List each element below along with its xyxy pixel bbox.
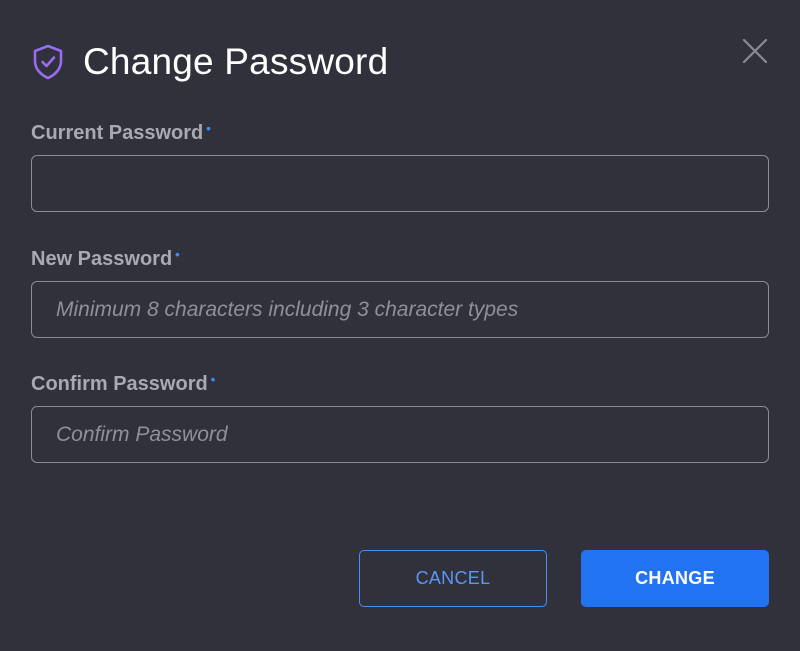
required-marker: •	[206, 121, 211, 136]
confirm-password-input[interactable]	[31, 406, 769, 463]
new-password-label: New Password •	[31, 247, 180, 271]
current-password-input[interactable]	[31, 155, 769, 212]
close-icon	[742, 38, 768, 64]
change-password-dialog: Change Password Current Password • New Pa…	[0, 0, 800, 651]
current-password-label: Current Password •	[31, 121, 211, 145]
new-password-label-text: New Password	[31, 248, 173, 270]
required-marker: •	[210, 372, 216, 387]
dialog-header: Change Password	[31, 38, 388, 86]
close-button[interactable]	[738, 34, 772, 68]
required-marker: •	[175, 247, 180, 262]
new-password-input[interactable]	[31, 281, 769, 338]
change-button[interactable]: CHANGE	[581, 550, 769, 607]
current-password-label-text: Current Password	[31, 122, 204, 144]
confirm-password-label-text: Confirm Password	[31, 373, 208, 395]
shield-check-icon	[31, 43, 65, 81]
dialog-title: Change Password	[83, 41, 389, 82]
confirm-password-label: Confirm Password •	[31, 372, 215, 396]
cancel-button[interactable]: CANCEL	[359, 550, 547, 607]
